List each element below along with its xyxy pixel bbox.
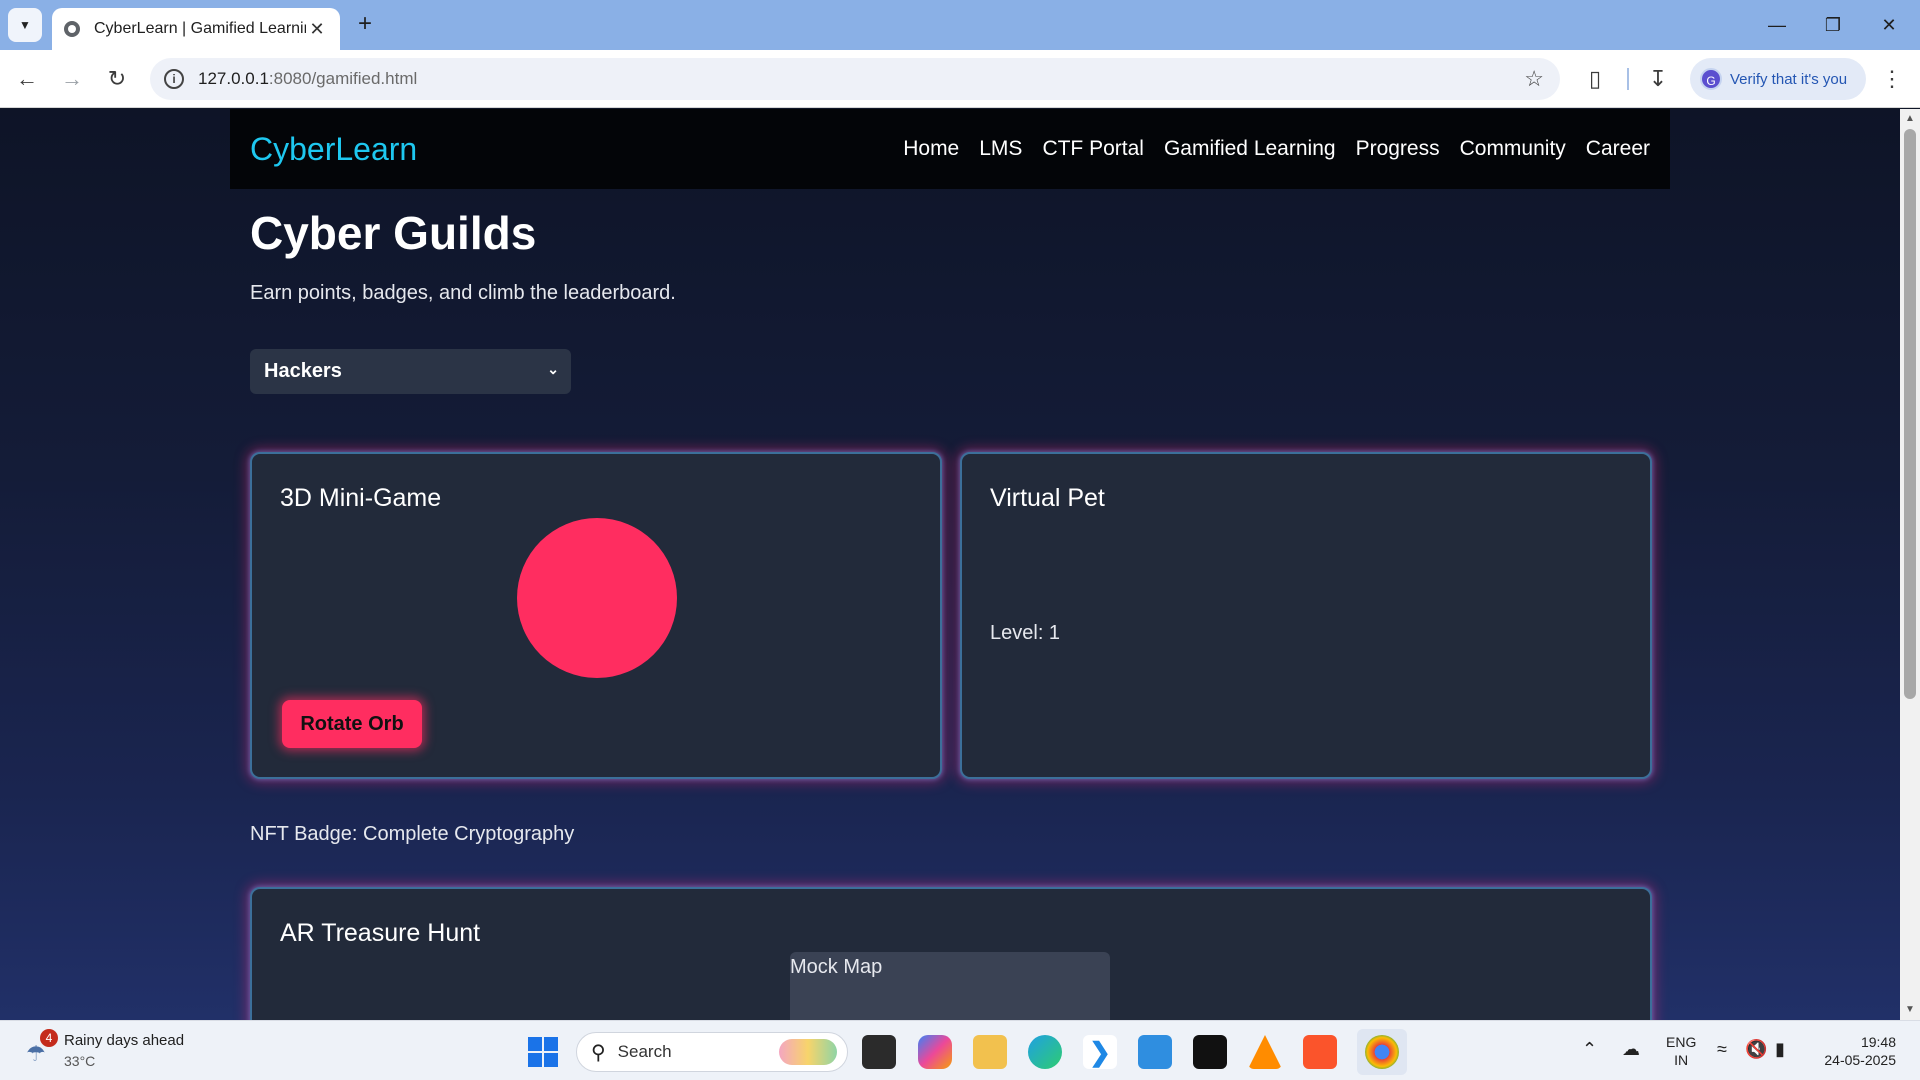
- clock-time: 19:48: [1860, 1034, 1896, 1050]
- minigame-title: 3D Mini-Game: [280, 484, 442, 512]
- forward-arrow-icon[interactable]: →: [57, 64, 87, 94]
- nav-link-gamified-learning[interactable]: Gamified Learning: [1164, 137, 1336, 161]
- language-indicator[interactable]: ENG IN: [1666, 1033, 1696, 1069]
- treasure-hunt-card: AR Treasure Hunt Mock Map: [250, 887, 1652, 1020]
- close-window-icon[interactable]: ✕: [1866, 10, 1912, 40]
- nft-badge-text: NFT Badge: Complete Cryptography: [250, 823, 575, 845]
- reload-icon[interactable]: ↻: [102, 64, 132, 94]
- weather-badge: 4: [40, 1029, 58, 1047]
- rotating-orb: [517, 518, 677, 678]
- page-viewport: CyberLearn Home LMS CTF Portal Gamified …: [0, 109, 1900, 1020]
- windows-taskbar: ☂ 4 Rainy days ahead 33°C ⚲ Search ❯ ⌃ ☁…: [0, 1020, 1920, 1080]
- weather-temp: 33°C: [64, 1053, 96, 1069]
- nav-link-home[interactable]: Home: [903, 137, 959, 161]
- tab-search-button[interactable]: ▼: [8, 8, 42, 42]
- mock-map-label: Mock Map: [790, 956, 883, 978]
- capcut-icon[interactable]: [1193, 1035, 1227, 1069]
- rotate-orb-button[interactable]: Rotate Orb: [282, 700, 422, 748]
- language-code: ENG: [1666, 1034, 1697, 1050]
- tray-overflow-chevron-icon[interactable]: ⌃: [1582, 1039, 1597, 1060]
- download-icon[interactable]: ↧: [1643, 64, 1673, 94]
- nav-link-ctf-portal[interactable]: CTF Portal: [1042, 137, 1144, 161]
- wifi-icon[interactable]: ≈: [1717, 1039, 1727, 1060]
- profile-chip-label: Verify that it's you: [1730, 70, 1848, 88]
- extensions-puzzle-icon[interactable]: ▯: [1580, 64, 1610, 94]
- speaker-muted-icon[interactable]: 🔇: [1745, 1039, 1767, 1060]
- minimize-window-icon[interactable]: —: [1754, 10, 1800, 40]
- chevron-down-icon: ⌄: [547, 361, 559, 377]
- clock-date: 24-05-2025: [1824, 1052, 1896, 1068]
- minigame-card: 3D Mini-Game Rotate Orb: [250, 452, 942, 779]
- onedrive-icon[interactable]: ☁: [1622, 1039, 1640, 1060]
- site-navbar: CyberLearn Home LMS CTF Portal Gamified …: [230, 109, 1670, 189]
- tab-title: CyberLearn | Gamified Learning: [94, 20, 306, 37]
- nav-link-lms[interactable]: LMS: [979, 137, 1022, 161]
- chrome-icon[interactable]: [1365, 1035, 1399, 1069]
- browser-tabstrip: ▼ CyberLearn | Gamified Learning ✕ + — ❐…: [0, 0, 1920, 50]
- battery-icon[interactable]: ▮: [1775, 1039, 1785, 1060]
- weather-text: Rainy days ahead: [64, 1032, 185, 1049]
- page-subtitle: Earn points, badges, and climb the leade…: [250, 282, 676, 304]
- profile-verify-chip[interactable]: G Verify that it's you: [1690, 58, 1866, 100]
- browser-tab-active[interactable]: CyberLearn | Gamified Learning ✕: [52, 8, 340, 50]
- virtual-pet-card: Virtual Pet Level: 1: [960, 452, 1652, 779]
- back-arrow-icon[interactable]: ←: [12, 64, 42, 94]
- nav-link-community[interactable]: Community: [1460, 137, 1566, 161]
- nav-link-progress[interactable]: Progress: [1356, 137, 1440, 161]
- task-view-icon[interactable]: [862, 1035, 896, 1069]
- remote-desktop-icon[interactable]: [1138, 1035, 1172, 1069]
- nav-link-career[interactable]: Career: [1586, 137, 1650, 161]
- pet-level: Level: 1: [990, 622, 1061, 644]
- region-code: IN: [1674, 1052, 1689, 1068]
- scroll-down-arrow-icon[interactable]: ▼: [1904, 1004, 1916, 1016]
- page-title: Cyber Guilds: [250, 207, 537, 259]
- guild-select-value: Hackers: [264, 360, 342, 382]
- search-highlight-art: [779, 1039, 837, 1065]
- weather-widget[interactable]: ☂ 4 Rainy days ahead 33°C: [22, 1029, 212, 1073]
- search-icon: ⚲: [591, 1041, 606, 1064]
- site-info-icon[interactable]: i: [164, 69, 184, 89]
- profile-avatar: G: [1700, 68, 1722, 90]
- globe-icon: [64, 21, 80, 37]
- scrollbar-thumb[interactable]: [1904, 129, 1916, 699]
- mock-map[interactable]: Mock Map: [790, 952, 1110, 1020]
- restore-window-icon[interactable]: ❐: [1810, 10, 1856, 40]
- scroll-up-arrow-icon[interactable]: ▲: [1904, 113, 1916, 125]
- site-logo[interactable]: CyberLearn: [250, 131, 883, 168]
- virtual-pet-title: Virtual Pet: [990, 484, 1105, 512]
- vlc-icon[interactable]: [1248, 1035, 1282, 1069]
- site-nav-links: Home LMS CTF Portal Gamified Learning Pr…: [883, 137, 1650, 161]
- browser-toolbar: ← → ↻ i 127.0.0.1:8080/gamified.html ☆ ▯…: [0, 50, 1920, 108]
- taskbar-search-label: Search: [617, 1042, 672, 1061]
- chevron-down-icon: ▼: [19, 18, 31, 32]
- url-path: :8080/gamified.html: [268, 69, 418, 88]
- new-tab-button[interactable]: +: [352, 12, 378, 38]
- address-bar[interactable]: i 127.0.0.1:8080/gamified.html ☆: [150, 58, 1560, 100]
- bookmark-star-icon[interactable]: ☆: [1524, 66, 1544, 92]
- toolbar-separator: [1627, 68, 1629, 90]
- close-tab-icon[interactable]: ✕: [306, 19, 328, 40]
- copilot-icon[interactable]: [918, 1035, 952, 1069]
- guild-select[interactable]: Hackers ⌄: [250, 349, 571, 394]
- file-explorer-icon[interactable]: [973, 1035, 1007, 1069]
- url-host: 127.0.0.1: [198, 69, 269, 88]
- windows-start-icon[interactable]: [528, 1037, 558, 1067]
- page-scrollbar[interactable]: ▲ ▼: [1900, 109, 1920, 1020]
- browser-menu-icon[interactable]: ⋮: [1880, 64, 1904, 94]
- treasure-hunt-title: AR Treasure Hunt: [280, 919, 481, 947]
- taskbar-search[interactable]: ⚲ Search: [576, 1032, 848, 1072]
- edge-browser-icon[interactable]: [1028, 1035, 1062, 1069]
- brave-browser-icon[interactable]: [1303, 1035, 1337, 1069]
- system-clock[interactable]: 19:48 24-05-2025: [1816, 1033, 1896, 1069]
- vscode-icon[interactable]: ❯: [1083, 1035, 1117, 1069]
